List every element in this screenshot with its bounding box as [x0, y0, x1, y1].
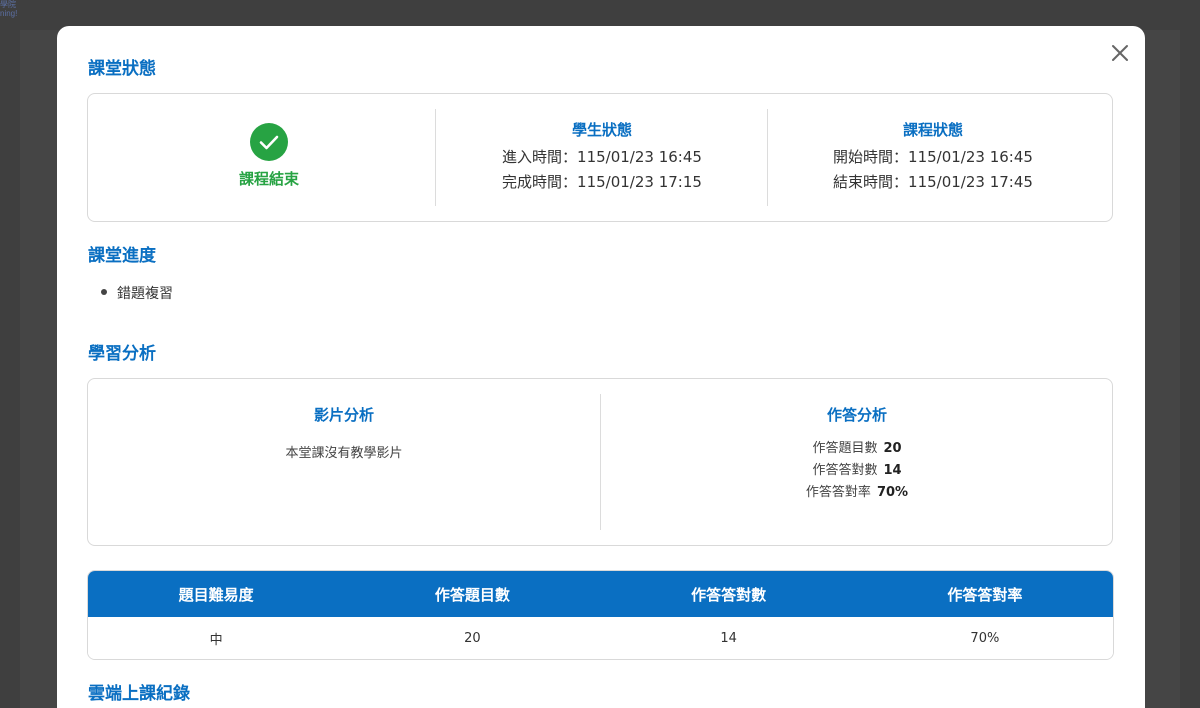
class-status-title: 課堂狀態	[88, 59, 156, 79]
table-header-cell: 作答答對率	[947, 585, 1023, 604]
table-header-cell: 題目難易度	[178, 585, 254, 604]
table-row: 中 20 14 70%	[88, 617, 1113, 659]
student-status-title: 學生狀態	[571, 121, 632, 139]
class-ended-label: 課程結束	[238, 170, 299, 188]
learning-analysis-card: 影片分析 本堂課沒有教學影片 作答分析 作答題目數 20 作答答對數 14 作答答對…	[87, 378, 1113, 546]
video-analysis-column: 影片分析 本堂課沒有教學影片	[88, 379, 600, 545]
class-progress-title: 課堂進度	[88, 246, 156, 266]
learning-analysis-title: 學習分析	[88, 344, 156, 364]
table-header-cell: 作答答對數	[691, 585, 767, 604]
cloud-records-title: 雲端上課紀錄	[88, 684, 190, 704]
no-video-message: 本堂課沒有教學影片	[285, 446, 403, 461]
list-item: 錯題複習	[101, 284, 173, 304]
course-status-column: 課程狀態 開始時間：115/01/23 16:45 結束時間：115/01/23…	[768, 94, 1098, 221]
course-status-title: 課程狀態	[902, 121, 963, 139]
video-analysis-title: 影片分析	[313, 406, 374, 424]
complete-time: 完成時間：115/01/23 17:15	[502, 173, 702, 191]
difficulty-table: 題目難易度 作答題目數 作答答對數 作答答對率 中 20 14 70%	[87, 570, 1114, 660]
table-cell: 中	[209, 632, 223, 648]
table-header-cell: 作答題目數	[434, 585, 510, 604]
class-status-card: 課程結束 學生狀態 進入時間：115/01/23 16:45 完成時間：115/…	[87, 93, 1113, 222]
table-cell: 70%	[970, 630, 1000, 646]
bullet-icon	[101, 289, 107, 295]
answer-stats: 作答題目數 20 作答答對數 14 作答答對率 70%	[601, 438, 1113, 504]
enter-time: 進入時間：115/01/23 16:45	[502, 148, 702, 166]
table-cell: 14	[720, 630, 737, 646]
table-header: 題目難易度 作答題目數 作答答對數 作答答對率	[88, 571, 1113, 617]
close-icon[interactable]	[1109, 42, 1131, 64]
check-circle-icon	[250, 123, 288, 161]
background-logo-text: 學院 ning!	[0, 0, 18, 18]
answer-analysis-title: 作答分析	[826, 406, 887, 424]
stat-row: 作答題目數 20	[812, 441, 902, 456]
progress-item-label: 錯題複習	[117, 286, 173, 302]
answer-analysis-column: 作答分析 作答題目數 20 作答答對數 14 作答答對率 70%	[601, 379, 1113, 545]
table-cell: 20	[464, 630, 481, 646]
student-status-column: 學生狀態 進入時間：115/01/23 16:45 完成時間：115/01/23…	[436, 94, 768, 221]
stat-row: 作答答對率 70%	[805, 485, 909, 500]
end-time: 結束時間：115/01/23 17:45	[833, 173, 1033, 191]
stat-row: 作答答對數 14	[812, 463, 902, 478]
start-time: 開始時間：115/01/23 16:45	[833, 148, 1033, 166]
